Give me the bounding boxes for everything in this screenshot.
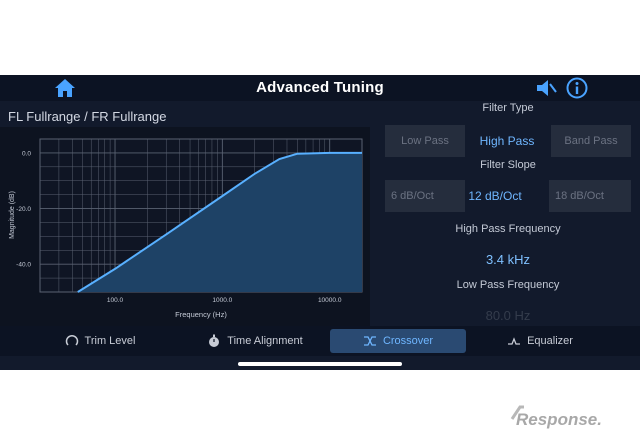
crossover-icon — [363, 336, 376, 346]
home-indicator[interactable] — [238, 362, 402, 366]
app-screen: Advanced Tuning FL Fullrange / FR Fullra… — [0, 75, 640, 370]
filter-slope-title: Filter Slope — [480, 159, 536, 171]
y-axis-label: Magnitude (dB) — [9, 191, 16, 239]
tab-label: Crossover — [382, 335, 434, 347]
tab-label: Time Alignment — [227, 335, 303, 347]
tab-label: Trim Level — [84, 335, 136, 347]
knob-icon — [65, 335, 78, 346]
slope-12db-button[interactable]: 12 dB/Oct — [467, 180, 523, 212]
high-pass-frequency-title: High Pass Frequency — [455, 223, 561, 235]
x-tick-label: 100.0 — [107, 297, 124, 304]
low-pass-button[interactable]: Low Pass — [385, 125, 465, 157]
tab-crossover[interactable]: Crossover — [330, 329, 466, 353]
response-logo: Response. — [510, 405, 602, 429]
y-tick-label: 0.0 — [22, 150, 31, 157]
equalizer-icon — [508, 337, 521, 345]
channel-label: FL Fullrange / FR Fullrange — [8, 109, 167, 124]
filter-type-title: Filter Type — [482, 102, 534, 114]
x-axis-label: Frequency (Hz) — [175, 310, 227, 319]
slope-6db-button[interactable]: 6 dB/Oct — [385, 180, 465, 212]
speaker-mute-icon[interactable] — [535, 78, 557, 98]
tab-trim-level[interactable]: Trim Level — [40, 329, 160, 353]
low-pass-frequency-title: Low Pass Frequency — [456, 279, 560, 291]
info-icon[interactable] — [566, 77, 588, 99]
tab-label: Equalizer — [527, 335, 573, 347]
tab-time-alignment[interactable]: Time Alignment — [190, 329, 320, 353]
x-tick-label: 1000.0 — [212, 297, 232, 304]
low-pass-frequency-value[interactable]: 80.0 Hz — [468, 308, 548, 323]
high-pass-button[interactable]: High Pass — [467, 125, 547, 157]
y-tick-label: -20.0 — [16, 206, 31, 213]
top-bar: Advanced Tuning — [0, 75, 640, 101]
high-pass-frequency-value[interactable]: 3.4 kHz — [468, 252, 548, 267]
y-tick-label: -40.0 — [16, 262, 31, 269]
x-tick-label: 10000.0 — [318, 297, 342, 304]
slope-18db-button[interactable]: 18 dB/Oct — [549, 180, 631, 212]
crossover-chart: 0.0 -20.0 -40.0 100.0 1000.0 10000.0 Frequen… — [0, 127, 370, 327]
watermark-text: Response. — [516, 410, 602, 429]
tab-equalizer[interactable]: Equalizer — [480, 329, 600, 353]
tab-bar: Trim Level Time Alignment Crossover Equa… — [0, 326, 640, 356]
stopwatch-icon — [209, 334, 220, 348]
band-pass-button[interactable]: Band Pass — [551, 125, 631, 157]
